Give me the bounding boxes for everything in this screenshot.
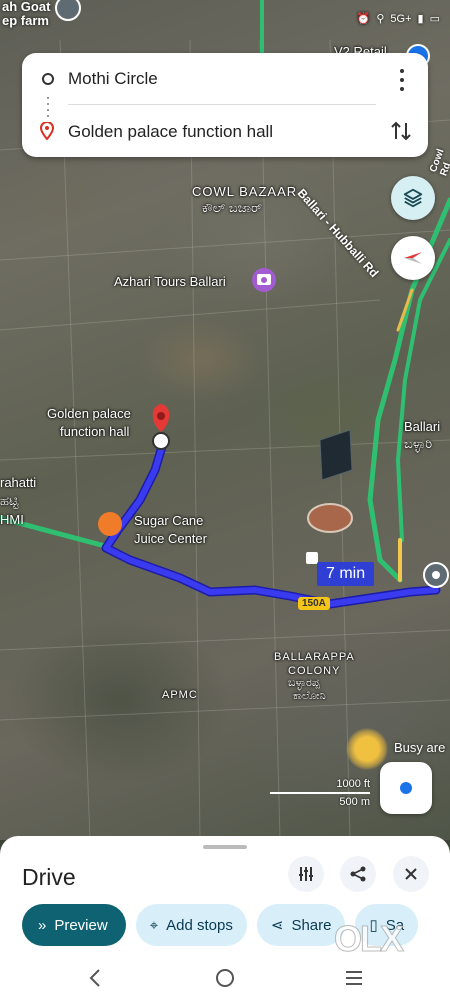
close-button[interactable] bbox=[393, 856, 429, 892]
share-button[interactable]: ⋖ Share bbox=[256, 904, 346, 946]
scale-ft: 1000 ft bbox=[336, 778, 370, 790]
status-left-line1: ah Goat bbox=[2, 0, 51, 14]
label-ballari: Ballari bbox=[404, 419, 441, 434]
origin-field[interactable]: Mothi Circle bbox=[68, 69, 158, 89]
back-icon[interactable] bbox=[88, 968, 102, 988]
share-chip-icon: ⋖ bbox=[270, 917, 284, 934]
add-stop-icon: ⌖ bbox=[149, 916, 159, 934]
status-left-text: ah Goat ep farm bbox=[2, 0, 50, 28]
add-stops-label: Add stops bbox=[166, 916, 233, 934]
sheet-drag-handle[interactable] bbox=[203, 845, 247, 849]
network-label: 5G+ bbox=[390, 12, 412, 25]
status-bar: ah Goat ep farm ⏰ ⚲ 5G+ ▮ ▭ bbox=[0, 0, 450, 44]
label-rahatti: rahatti bbox=[0, 475, 37, 490]
more-options-icon[interactable] bbox=[394, 69, 410, 91]
tune-icon bbox=[299, 867, 313, 881]
recents-icon[interactable] bbox=[344, 968, 364, 988]
mode-title: Drive bbox=[22, 864, 76, 890]
share-button-top[interactable] bbox=[340, 856, 376, 892]
share-icon bbox=[350, 866, 366, 882]
close-icon bbox=[405, 868, 417, 880]
label-sugar-cane-1[interactable]: Sugar Cane bbox=[134, 513, 203, 528]
map-scale: 1000 ft 500 m bbox=[270, 778, 370, 814]
my-location-button[interactable] bbox=[380, 762, 432, 814]
compass-icon bbox=[404, 252, 422, 264]
watermark: OLX bbox=[333, 918, 404, 960]
label-busy-area[interactable]: Busy are bbox=[394, 740, 445, 755]
label-ballarappa: BALLARAPPA bbox=[274, 651, 355, 663]
label-ballari-kannada: ಬಳ್ಳಾರಿ bbox=[404, 436, 433, 451]
location-dot-icon bbox=[400, 782, 412, 794]
status-icons: ⏰ ⚲ 5G+ ▮ ▭ bbox=[356, 12, 440, 26]
route-card: Mothi Circle Golden palace function hall bbox=[22, 53, 428, 157]
route-connector bbox=[47, 97, 49, 119]
eta-badge[interactable]: 7 min bbox=[317, 562, 375, 586]
home-icon[interactable] bbox=[215, 968, 235, 988]
label-ballarappa-kannada: ಬಳ್ಳಾರಪ್ಪ bbox=[288, 677, 320, 689]
origin-icon bbox=[42, 73, 54, 85]
label-colony: COLONY bbox=[288, 665, 341, 677]
location-status-icon: ⚲ bbox=[376, 13, 385, 25]
label-golden-palace-1[interactable]: Golden palace bbox=[47, 406, 131, 421]
highway-shield: 150A bbox=[298, 597, 330, 610]
bottom-sheet: Drive » Preview ⌖ Add stops ⋖ Share ▯ Sa… bbox=[0, 836, 450, 1000]
double-chevron-icon: » bbox=[38, 916, 47, 934]
layers-button[interactable] bbox=[391, 176, 435, 220]
status-left-line2: ep farm bbox=[2, 13, 49, 28]
label-apmc: APMC bbox=[162, 689, 198, 701]
add-stops-button[interactable]: ⌖ Add stops bbox=[135, 904, 247, 946]
label-colony-kannada: ಕಾಲೋನಿ bbox=[293, 690, 326, 702]
destination-pin-icon bbox=[40, 122, 54, 140]
signal-icon: ▮ bbox=[417, 13, 424, 25]
battery-icon: ▭ bbox=[429, 13, 440, 25]
route-options-button[interactable] bbox=[288, 856, 324, 892]
preview-button[interactable]: » Preview bbox=[22, 904, 126, 946]
label-rahatti-kannada: ಹಟ್ಟಿ bbox=[0, 493, 19, 508]
destination-field[interactable]: Golden palace function hall bbox=[68, 122, 273, 142]
compass-button[interactable] bbox=[391, 236, 435, 280]
label-sugar-cane-2[interactable]: Juice Center bbox=[134, 531, 207, 546]
preview-label: Preview bbox=[54, 916, 108, 934]
layers-icon bbox=[403, 188, 423, 208]
label-azhari-tours[interactable]: Azhari Tours Ballari bbox=[114, 274, 226, 289]
alarm-icon: ⏰ bbox=[356, 13, 371, 25]
scale-m: 500 m bbox=[339, 796, 370, 808]
label-golden-palace-2[interactable]: function hall bbox=[60, 424, 129, 439]
label-hmi: HMI bbox=[0, 512, 24, 527]
swap-icon[interactable] bbox=[390, 119, 412, 143]
system-nav-bar bbox=[0, 958, 450, 1000]
share-label: Share bbox=[291, 916, 332, 934]
label-cowl-bazaar: COWL BAZAAR bbox=[192, 184, 298, 199]
divider bbox=[68, 104, 376, 105]
busy-area-icon[interactable] bbox=[346, 728, 388, 770]
label-cowl-bazaar-kannada: ಕೌಲ್ ಬಜಾರ್ bbox=[202, 200, 263, 215]
